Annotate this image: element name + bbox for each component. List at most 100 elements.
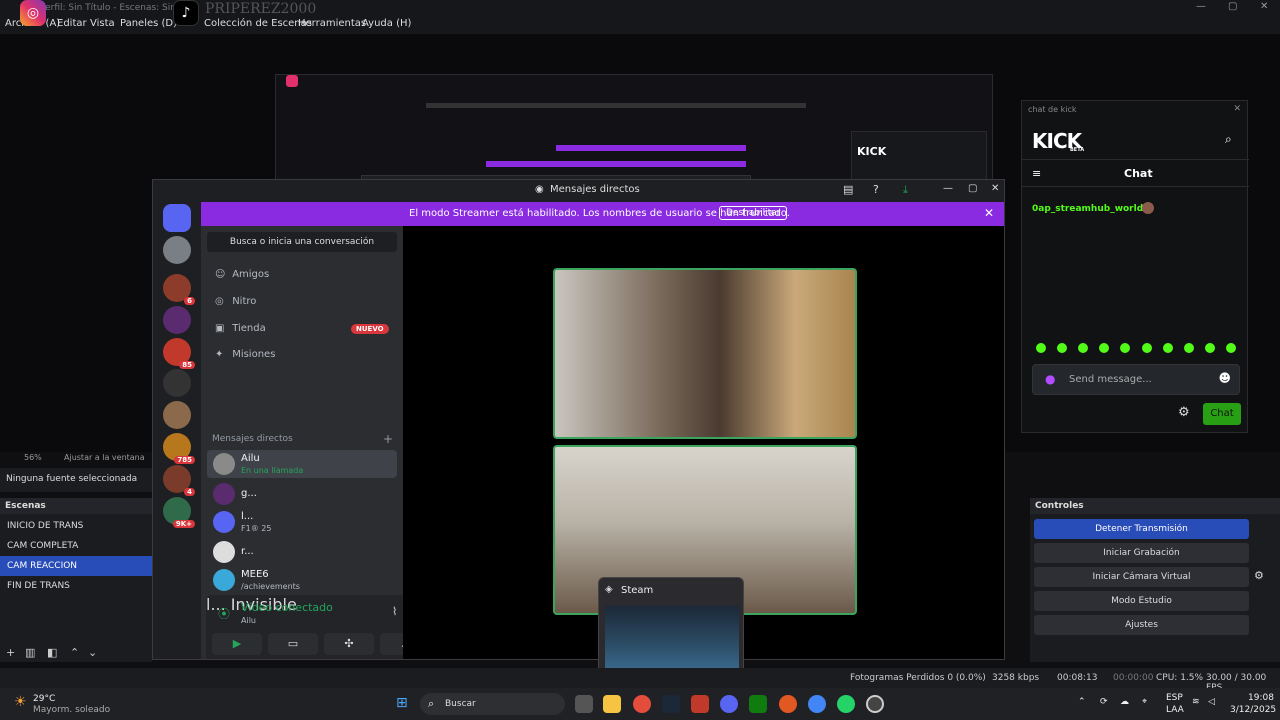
- emote-icon[interactable]: [1057, 343, 1067, 353]
- scene-item-selected[interactable]: CAM REACCION: [0, 556, 152, 576]
- server-icon[interactable]: 6: [163, 274, 195, 305]
- nav-misiones[interactable]: ✦ Misiones: [215, 349, 275, 360]
- windows-start-icon[interactable]: ⊞: [396, 695, 408, 711]
- emote-icon[interactable]: [1142, 343, 1152, 353]
- cloud-icon[interactable]: ☁: [1120, 697, 1129, 707]
- server-icon[interactable]: 85: [163, 338, 195, 369]
- add-dm-icon[interactable]: +: [383, 432, 393, 446]
- start-virtual-camera-button[interactable]: Iniciar Cámara Virtual: [1034, 567, 1249, 587]
- menu-coleccion[interactable]: Colección de Escenas: [204, 18, 312, 29]
- discord-taskbar-icon[interactable]: [720, 695, 738, 713]
- volume-icon[interactable]: ◁: [1208, 697, 1215, 707]
- close-icon[interactable]: ✕: [1260, 1, 1268, 12]
- video-tile-1[interactable]: [553, 268, 857, 439]
- maximize-icon[interactable]: ▢: [1228, 1, 1237, 12]
- kick-send-button[interactable]: Chat: [1203, 403, 1241, 425]
- file-explorer-icon[interactable]: [603, 695, 621, 713]
- down-icon[interactable]: ⌄: [88, 646, 97, 659]
- emote-icon[interactable]: [1099, 343, 1109, 353]
- stop-stream-button[interactable]: Detener Transmisión: [1034, 519, 1249, 539]
- fit-window-label[interactable]: Ajustar a la ventana: [64, 453, 145, 462]
- activities-button[interactable]: ✣: [324, 633, 374, 655]
- kick-menu-icon[interactable]: ≡: [1032, 167, 1041, 180]
- menu-editar[interactable]: Editar: [57, 18, 87, 29]
- dm-item[interactable]: l... F1® 25: [207, 508, 397, 536]
- dm-item[interactable]: g...: [207, 480, 397, 508]
- chrome-icon[interactable]: [808, 695, 826, 713]
- disable-streamer-button[interactable]: Deshabilitar: [719, 206, 788, 220]
- server-icon[interactable]: [163, 401, 191, 429]
- server-icon[interactable]: 785: [163, 433, 195, 464]
- scene-item[interactable]: INICIO DE TRANS: [0, 516, 152, 536]
- nav-tienda[interactable]: ▣ Tienda: [215, 323, 266, 334]
- obs-taskbar-icon[interactable]: [866, 695, 884, 713]
- emote-icon[interactable]: [1226, 343, 1236, 353]
- mic-icon[interactable]: ●: [1045, 372, 1055, 386]
- dm-item[interactable]: r...: [207, 538, 397, 566]
- help-icon[interactable]: ?: [873, 183, 879, 196]
- menu-ayuda[interactable]: Ayuda (H): [362, 18, 411, 29]
- server-icon[interactable]: 4: [163, 465, 195, 496]
- nav-nitro[interactable]: ◎ Nitro: [215, 296, 256, 307]
- kick-settings-gear-icon[interactable]: ⚙: [1178, 405, 1190, 420]
- clock-date[interactable]: 3/12/2025: [1230, 705, 1276, 715]
- kick-chat-username[interactable]: 0ap_streamhub_world:: [1032, 204, 1147, 214]
- emote-icon[interactable]: [1036, 343, 1046, 353]
- emote-icon[interactable]: [1120, 343, 1130, 353]
- app-icon[interactable]: [691, 695, 709, 713]
- filter-icon[interactable]: ◧: [47, 646, 57, 659]
- language-1[interactable]: ESP: [1166, 693, 1183, 703]
- clock-time[interactable]: 19:08: [1248, 693, 1274, 703]
- task-view-icon[interactable]: [575, 695, 593, 713]
- delete-icon[interactable]: ▥: [25, 646, 35, 659]
- start-recording-button[interactable]: Iniciar Grabación: [1034, 543, 1249, 563]
- taskbar-search[interactable]: ⌕ Buscar: [420, 693, 565, 715]
- noise-suppression-icon[interactable]: ⌇: [392, 605, 397, 618]
- minimize-icon[interactable]: —: [1196, 1, 1206, 12]
- chrome-icon[interactable]: [633, 695, 651, 713]
- server-icon[interactable]: [163, 369, 191, 397]
- location-icon[interactable]: ⌖: [1142, 697, 1147, 707]
- dm-item[interactable]: MEE6 /achievements: [207, 566, 397, 594]
- banner-close-icon[interactable]: ✕: [984, 206, 994, 220]
- nav-amigos[interactable]: ☺ Amigos: [215, 269, 269, 280]
- add-icon[interactable]: +: [6, 646, 15, 659]
- discord-minimize-icon[interactable]: —: [943, 183, 953, 194]
- language-2[interactable]: LAA: [1166, 705, 1184, 715]
- wifi-icon[interactable]: ≋: [1192, 697, 1200, 707]
- camera-button[interactable]: ▶: [212, 633, 262, 655]
- scene-item[interactable]: FIN DE TRANS: [0, 576, 152, 596]
- discord-home-icon[interactable]: [163, 204, 191, 232]
- emote-icon[interactable]: [1163, 343, 1173, 353]
- dm-item[interactable]: Ailu En una llamada: [207, 450, 397, 478]
- tray-chevron-icon[interactable]: ⌃: [1078, 697, 1086, 707]
- weather-icon[interactable]: ☀: [14, 694, 27, 710]
- menu-herramientas[interactable]: Herramientas: [298, 18, 366, 29]
- whatsapp-icon[interactable]: [837, 695, 855, 713]
- kick-search-icon[interactable]: ⌕: [1225, 132, 1232, 147]
- emote-icon[interactable]: [1184, 343, 1194, 353]
- menu-paneles[interactable]: Paneles (D): [120, 18, 177, 29]
- dm-search-button[interactable]: Busca o inicia una conversación: [207, 232, 397, 252]
- steam-taskbar-icon[interactable]: [662, 695, 680, 713]
- emoji-icon[interactable]: ☻: [1218, 371, 1231, 385]
- discord-close-icon[interactable]: ✕: [991, 183, 999, 194]
- studio-mode-button[interactable]: Modo Estudio: [1034, 591, 1249, 611]
- kick-message-input[interactable]: ● Send message... ☻: [1032, 364, 1240, 395]
- up-icon[interactable]: ⌃: [70, 646, 79, 659]
- app-icon[interactable]: [779, 695, 797, 713]
- server-icon[interactable]: [163, 236, 191, 264]
- scene-item[interactable]: CAM COMPLETA: [0, 536, 152, 556]
- discord-maximize-icon[interactable]: ▢: [968, 183, 977, 194]
- settings-button[interactable]: Ajustes: [1034, 615, 1249, 635]
- download-icon[interactable]: ⤓: [903, 183, 908, 197]
- screen-share-button[interactable]: ▭: [268, 633, 318, 655]
- menu-vista[interactable]: Vista: [90, 18, 115, 29]
- kick-dock-close-icon[interactable]: ✕: [1233, 104, 1241, 114]
- sync-icon[interactable]: ⟳: [1100, 697, 1108, 707]
- emote-icon[interactable]: [1205, 343, 1215, 353]
- inbox-icon[interactable]: ▤: [843, 183, 853, 196]
- steam-taskbar-preview[interactable]: ◈ Steam: [598, 577, 744, 677]
- virtual-camera-settings-icon[interactable]: ⚙: [1254, 569, 1264, 582]
- server-icon[interactable]: 9K+: [163, 497, 195, 528]
